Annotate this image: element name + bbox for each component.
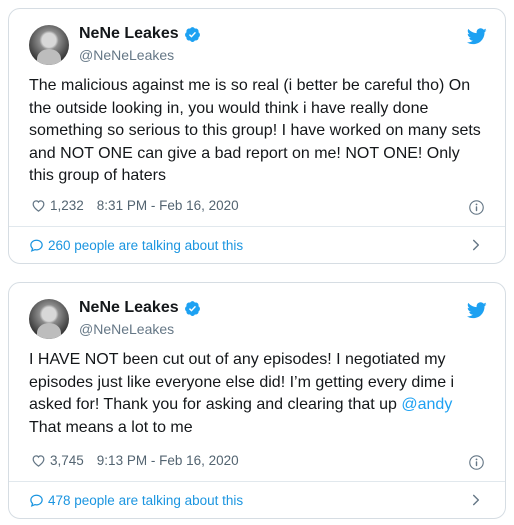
author-name[interactable]: NeNe Leakes: [79, 299, 179, 317]
info-icon[interactable]: [468, 454, 485, 471]
tweet-text: I HAVE NOT been cut out of any episodes!…: [29, 349, 494, 439]
tweet-text-fragment: asked for! Thank you for asking and clea…: [29, 396, 397, 413]
author-handle[interactable]: @NeNeLeakes: [79, 321, 174, 337]
tweet-text-line: The malicious against me is so real (i b…: [29, 77, 471, 94]
chevron-right-icon[interactable]: [469, 493, 483, 507]
tweet-text-line: asked for! Thank you for asking and clea…: [29, 394, 494, 417]
author-name-row[interactable]: NeNe Leakes: [79, 299, 201, 317]
speech-bubble-icon: [30, 494, 43, 507]
tweet-text-line: episodes just like everyone else did! I’…: [29, 373, 455, 391]
avatar[interactable]: [29, 25, 69, 65]
info-icon[interactable]: [468, 199, 485, 216]
heart-icon[interactable]: [31, 198, 46, 213]
timestamp[interactable]: 9:13 PM - Feb 16, 2020: [97, 453, 239, 468]
verified-badge-icon: [184, 300, 200, 316]
talking-link[interactable]: 478 people are talking about this: [29, 482, 485, 518]
mention-link[interactable]: @andy: [401, 396, 452, 413]
like-count[interactable]: 1,232: [50, 198, 84, 213]
tweet-meta: 1,232 8:31 PM - Feb 16, 2020: [31, 198, 239, 213]
tweet-text-line: something so serious to this group! I ha…: [29, 122, 481, 139]
tweet-text-line: this group of haters: [29, 167, 166, 184]
avatar[interactable]: [29, 299, 69, 339]
tweet-text-line: the outside looking in, you would think …: [29, 99, 429, 117]
author-handle[interactable]: @NeNeLeakes: [79, 47, 174, 63]
author-name[interactable]: NeNe Leakes: [79, 25, 179, 43]
tweet-text-line: and NOT ONE can give a bad report on me!…: [29, 144, 460, 162]
twitter-bird-icon[interactable]: [467, 302, 487, 319]
talking-link[interactable]: 260 people are talking about this: [29, 227, 485, 263]
twitter-bird-icon[interactable]: [467, 28, 487, 45]
tweet-text-line: I HAVE NOT been cut out of any episodes!…: [29, 351, 446, 368]
tweet-card[interactable]: NeNe Leakes @NeNeLeakes The malicious ag…: [8, 8, 506, 264]
chevron-right-icon[interactable]: [469, 238, 483, 252]
tweet-card[interactable]: NeNe Leakes @NeNeLeakes I HAVE NOT been …: [8, 282, 506, 519]
heart-icon[interactable]: [31, 453, 46, 468]
tweet-text: The malicious against me is so real (i b…: [29, 75, 494, 188]
speech-bubble-icon: [30, 239, 43, 252]
verified-badge-icon: [184, 26, 200, 42]
timestamp[interactable]: 8:31 PM - Feb 16, 2020: [97, 198, 239, 213]
talking-text[interactable]: 260 people are talking about this: [48, 238, 243, 253]
talking-text[interactable]: 478 people are talking about this: [48, 493, 243, 508]
author-name-row[interactable]: NeNe Leakes: [79, 25, 201, 43]
like-count[interactable]: 3,745: [50, 453, 84, 468]
tweet-text-line: That means a lot to me: [29, 418, 193, 436]
tweet-meta: 3,745 9:13 PM - Feb 16, 2020: [31, 453, 239, 468]
